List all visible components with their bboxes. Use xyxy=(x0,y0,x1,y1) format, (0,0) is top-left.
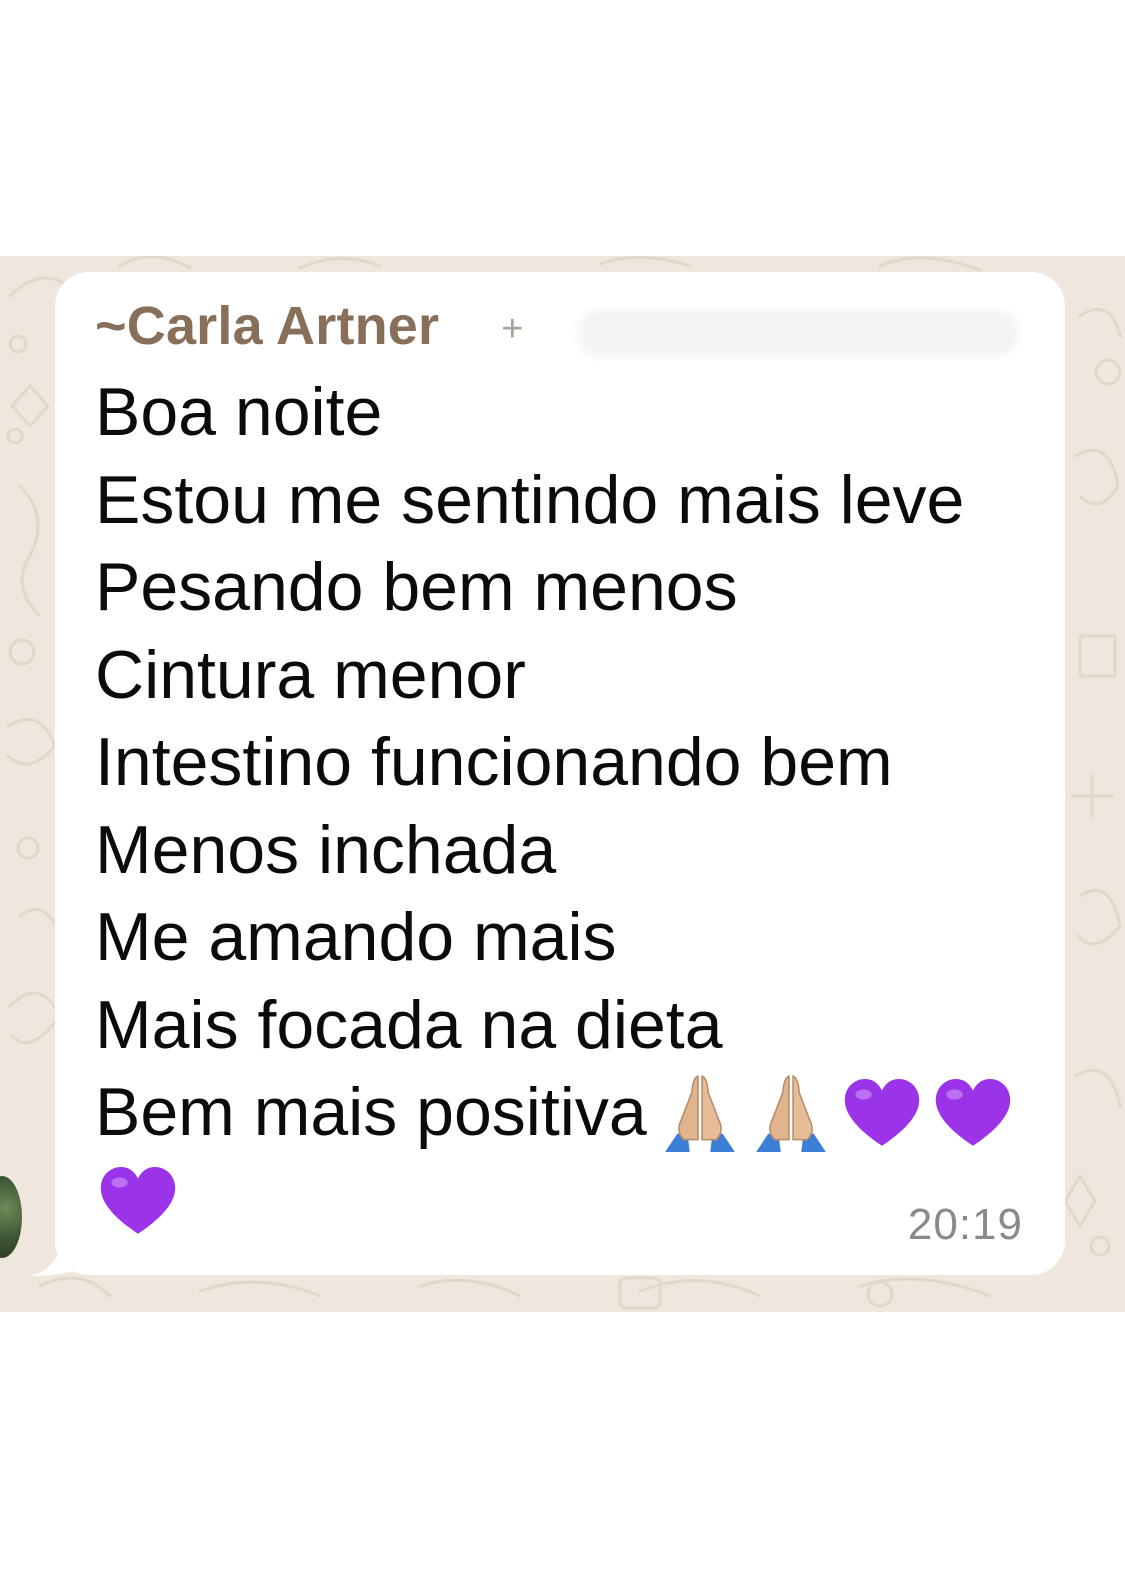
message-line: Boa noite xyxy=(95,374,383,450)
message-line: Me amando mais xyxy=(95,899,617,975)
folded-hands-icon xyxy=(665,1074,735,1152)
message-line: Pesando bem menos xyxy=(95,549,738,625)
message-line: Cintura menor xyxy=(95,636,526,713)
sender-name[interactable]: Carla Artner xyxy=(127,295,440,357)
message-text: Boa noite Estou me sentindo mais leve Pe… xyxy=(95,369,964,1157)
folded-hands-icon xyxy=(756,1074,826,1152)
redacted-phone-number xyxy=(578,310,1018,356)
purple-heart-icon xyxy=(100,1166,176,1234)
emoji-row xyxy=(659,1072,1023,1154)
purple-heart-icon xyxy=(844,1078,920,1146)
message-line: Mais focada na dieta xyxy=(95,986,723,1063)
chat-screenshot: ~ Carla Artner + Boa noite Estou me sent… xyxy=(0,0,1125,1569)
message-line: Intestino funcionando bem xyxy=(95,724,893,800)
purple-heart-icon xyxy=(935,1078,1011,1146)
sender-row: ~ Carla Artner + xyxy=(95,294,523,358)
message-timestamp: 20:19 xyxy=(907,1200,1023,1249)
emoji-row-continued xyxy=(97,1160,188,1242)
message-line: Estou me sentindo mais leve xyxy=(95,461,965,538)
sender-phone-prefix: + xyxy=(501,307,524,350)
sender-tilde: ~ xyxy=(95,296,127,356)
message-line: Menos inchada xyxy=(95,811,557,888)
